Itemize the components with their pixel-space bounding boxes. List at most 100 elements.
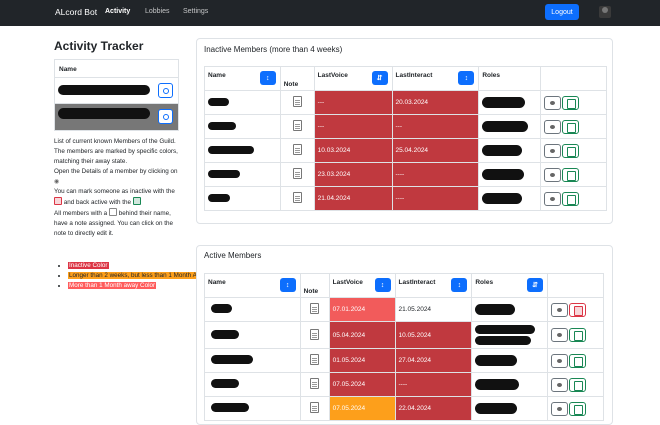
view-details-button[interactable] [544, 95, 562, 110]
redacted-name [208, 170, 240, 178]
actions-cell [540, 90, 607, 115]
view-details-button[interactable] [544, 119, 562, 134]
lastvoice-cell: 23.03.2024 [313, 162, 393, 187]
view-details-button[interactable] [544, 191, 562, 206]
col-note: Note [279, 66, 315, 91]
redacted-roles [475, 403, 518, 414]
view-details-button[interactable] [544, 143, 562, 158]
table-row: 01.05.2024 27.04.2024 [204, 348, 604, 373]
redacted-roles [482, 193, 523, 204]
col-roles: Roles [478, 66, 542, 91]
col-lastinteract-label: LastInteract [395, 72, 433, 79]
note-icon[interactable] [310, 402, 320, 413]
note-icon[interactable] [292, 96, 302, 107]
sort-name-button[interactable]: ↕ [259, 71, 276, 85]
note-icon[interactable] [310, 328, 320, 340]
sort-lastvoice-button[interactable]: ⇵ [371, 71, 388, 85]
name-cell [204, 186, 281, 211]
lastinteract-cell: 27.04.2024 [394, 348, 473, 373]
view-details-button[interactable] [551, 401, 569, 416]
mark-active-button[interactable] [569, 353, 587, 368]
actions-cell [540, 162, 607, 187]
mark-active-button[interactable] [562, 191, 580, 206]
note-icon[interactable] [310, 354, 320, 365]
table-row: 10.03.2024 25.04.2024 [204, 138, 607, 163]
redacted-roles [482, 121, 529, 132]
view-details-button[interactable] [551, 328, 569, 342]
lastinteract-cell: --- [391, 114, 480, 139]
mark-active-button[interactable] [562, 119, 580, 134]
view-details-button[interactable] [551, 353, 569, 368]
navbar: ALcord Bot Activity Lobbies Settings Log… [0, 0, 660, 26]
inactive-members-title: Inactive Members (more than 4 weeks) [204, 45, 343, 54]
col-roles-label: Roles [482, 72, 501, 79]
note-icon[interactable] [292, 192, 302, 203]
table-row: --- 20.03.2024 [204, 90, 607, 115]
details-button[interactable] [158, 109, 173, 124]
sort-roles-button[interactable]: ⇵ [527, 278, 544, 292]
note-cell [279, 90, 315, 115]
nav-settings[interactable]: Settings [183, 8, 208, 15]
view-details-button[interactable] [551, 302, 569, 317]
lastvoice-cell: --- [313, 90, 393, 115]
note-icon[interactable] [292, 120, 302, 131]
eye-icon: ◉ [54, 179, 60, 185]
mark-inactive-button[interactable] [569, 302, 587, 317]
mark-active-button[interactable] [569, 401, 587, 416]
note-icon[interactable] [310, 378, 320, 389]
actions-cell [547, 297, 604, 322]
note-cell [299, 321, 330, 349]
mark-active-button[interactable] [569, 377, 587, 392]
actions-cell [547, 321, 604, 349]
sort-lastinteract-button[interactable]: ↕ [458, 71, 475, 85]
actions-cell [540, 138, 607, 163]
redacted-name [208, 98, 229, 106]
help-line: The members are marked by specific color… [54, 148, 178, 165]
mark-active-button[interactable] [562, 143, 580, 158]
avatar[interactable] [599, 6, 611, 18]
name-cell [204, 114, 281, 139]
mark-active-button[interactable] [562, 167, 580, 182]
sort-lastinteract-button[interactable]: ↕ [451, 278, 468, 292]
member-list-row [55, 104, 178, 130]
view-details-button[interactable] [544, 167, 562, 182]
roles-cell [478, 138, 542, 163]
col-lastvoice: LastVoice ↕ [328, 273, 396, 298]
nav-activity[interactable]: Activity [105, 8, 130, 15]
note-cell [299, 297, 330, 322]
note-icon[interactable] [292, 144, 302, 155]
logout-button[interactable]: Logout [545, 4, 579, 20]
mark-active-button[interactable] [569, 328, 587, 342]
details-button[interactable] [158, 83, 173, 98]
note-cell [279, 138, 315, 163]
table-row: 23.03.2024 ---- [204, 162, 607, 187]
help-line: All members with a [54, 210, 108, 217]
active-members-table: Name ↕ Note LastVoice ↕ LastInteract ↕ Role… [204, 273, 604, 421]
redacted-roles [482, 169, 525, 180]
redacted-roles [475, 325, 536, 334]
view-details-button[interactable] [551, 377, 569, 392]
note-icon[interactable] [292, 168, 302, 179]
sort-lastvoice-button[interactable]: ↕ [374, 278, 391, 292]
nav-lobbies[interactable]: Lobbies [145, 8, 170, 15]
redacted-roles [475, 304, 516, 315]
calendar-check-icon [132, 197, 141, 205]
mark-active-button[interactable] [562, 95, 580, 110]
sort-name-button[interactable]: ↕ [279, 278, 296, 292]
help-line: and back active with the [63, 199, 131, 206]
inactive-members-card: Inactive Members (more than 4 weeks) Nam… [196, 38, 613, 224]
active-members-title: Active Members [204, 251, 262, 260]
note-icon[interactable] [310, 303, 320, 314]
col-roles-label: Roles [475, 279, 494, 286]
brand[interactable]: ALcord Bot [55, 7, 97, 17]
actions-cell [540, 114, 607, 139]
lastinteract-cell: ---- [391, 162, 480, 187]
note-cell [279, 162, 315, 187]
col-roles: Roles ⇵ [471, 273, 549, 298]
actions-cell [547, 348, 604, 373]
member-list-header: Name [55, 60, 178, 78]
inactive-members-table: Name ↕ Note LastVoice ⇵ LastInteract ↕ Role… [204, 66, 607, 211]
col-actions [540, 66, 607, 91]
lastvoice-cell: 07.05.2024 [328, 372, 396, 397]
actions-cell [547, 372, 604, 397]
